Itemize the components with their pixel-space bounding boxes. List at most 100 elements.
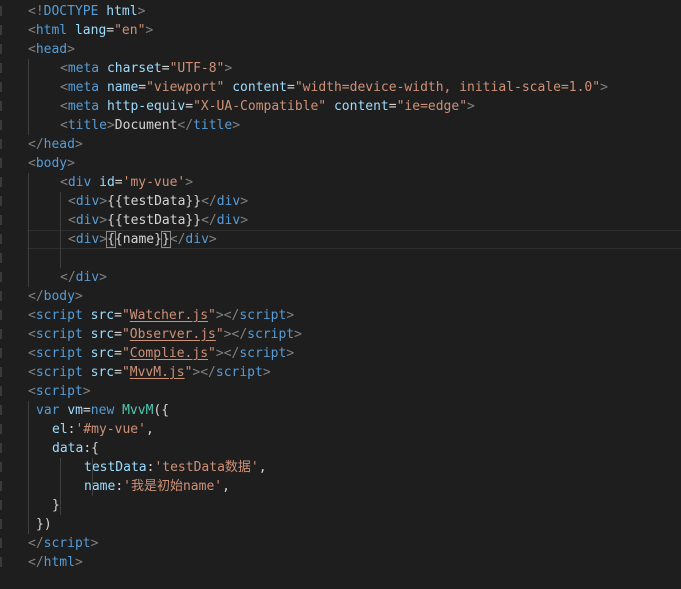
gutter-marker — [0, 557, 2, 567]
gutter-marker — [0, 329, 2, 339]
string-literal: "en" — [114, 23, 146, 38]
punctuation: > — [74, 555, 83, 570]
gutter-marker — [0, 500, 2, 510]
gutter-marker — [0, 386, 2, 396]
gutter-marker — [0, 253, 2, 263]
code-text: = — [388, 99, 397, 114]
identifier: el — [52, 422, 68, 437]
code-text: = — [114, 365, 122, 380]
code-line[interactable]: <title>Document</title> — [60, 116, 240, 135]
code-line[interactable]: <script src="MvvM.js"></script> — [28, 363, 271, 382]
punctuation: < — [68, 213, 76, 228]
punctuation: < — [60, 118, 68, 133]
code-line[interactable]: <!DOCTYPE html> — [28, 2, 145, 21]
gutter-marker — [0, 462, 2, 472]
code-text: : — [115, 479, 124, 494]
code-line[interactable]: <script src="Watcher.js"></script> — [28, 306, 294, 325]
code-line[interactable]: name:'我是初始name', — [84, 477, 230, 496]
code-line[interactable]: </html> — [28, 553, 83, 572]
attribute-name: html — [106, 4, 138, 19]
code-line[interactable]: <div>{{testData}}</div> — [68, 211, 248, 230]
punctuation: > — [145, 23, 154, 38]
tag-name: script — [35, 384, 83, 399]
string-literal: "ie=edge" — [396, 99, 468, 114]
code-line[interactable]: <div>{{name}}</div> — [68, 230, 217, 249]
punctuation: > — [137, 4, 146, 19]
bracket-match: { — [106, 231, 116, 248]
code-line[interactable]: <body> — [28, 154, 75, 173]
gutter-marker — [0, 348, 2, 358]
code-text: , — [145, 422, 154, 437]
punctuation: </ — [28, 555, 44, 570]
code-line[interactable]: <head> — [28, 40, 75, 59]
code-text: Document — [114, 118, 178, 133]
string-literal: " — [215, 327, 224, 342]
code-line[interactable]: data:{ — [52, 439, 99, 458]
string-literal: "width=device-width, initial-scale=1.0" — [294, 80, 601, 95]
keyword: var — [36, 403, 60, 418]
code-line[interactable]: </body> — [28, 287, 83, 306]
code-line[interactable]: }) — [36, 515, 52, 534]
code-text: , — [258, 460, 267, 475]
code-line[interactable]: var vm=new MvvM({ — [36, 401, 169, 420]
punctuation: < — [68, 232, 76, 247]
code-line[interactable]: <meta http-equiv="X-UA-Compatible" conte… — [60, 97, 475, 116]
punctuation: ></ — [215, 308, 240, 323]
code-line[interactable]: <div>{{testData}}</div> — [68, 192, 248, 211]
tag-name: div — [216, 194, 241, 209]
code-line[interactable]: </script> — [28, 534, 98, 553]
code-text: = — [114, 175, 123, 190]
code-line[interactable]: <script> — [28, 382, 91, 401]
punctuation: > — [262, 365, 271, 380]
file-link: Complie.js — [129, 346, 209, 361]
gutter-marker — [0, 424, 2, 434]
code-text: }) — [36, 517, 52, 532]
gutter-marker — [0, 215, 2, 225]
indent-guide — [60, 192, 61, 268]
code-line[interactable]: el:'#my-vue', — [52, 420, 154, 439]
code-line[interactable]: <div id='my-vue'> — [60, 173, 193, 192]
code-line[interactable]: <script src="Observer.js"></script> — [28, 325, 302, 344]
punctuation: < — [28, 327, 36, 342]
code-text: :{ — [83, 441, 99, 456]
tag-name: script — [35, 327, 83, 342]
code-line[interactable]: } — [52, 496, 60, 515]
tag-name: body — [35, 156, 68, 171]
punctuation: < — [28, 346, 36, 361]
gutter-marker — [0, 538, 2, 548]
punctuation: < — [28, 156, 36, 171]
punctuation: > — [99, 194, 108, 209]
code-line[interactable]: testData:'testData数据', — [84, 458, 267, 477]
string-literal: '我是初始name' — [123, 479, 223, 494]
string-literal: "UTF-8" — [169, 61, 225, 76]
code-line[interactable]: <meta name="viewport" content="width=dev… — [60, 78, 608, 97]
gutter-marker — [0, 443, 2, 453]
punctuation: ></ — [223, 327, 248, 342]
code-line[interactable]: </div> — [60, 268, 107, 287]
string-literal: "viewport" — [146, 80, 225, 95]
code-text: {name} — [114, 232, 162, 247]
code-editor[interactable]: <!DOCTYPE html> <html lang="en"> <head> <me… — [0, 0, 681, 589]
gutter-marker — [0, 367, 2, 377]
punctuation: < — [60, 175, 68, 190]
punctuation: > — [240, 213, 249, 228]
punctuation: > — [600, 80, 608, 95]
tag-name: body — [43, 289, 75, 304]
punctuation: <! — [28, 4, 44, 19]
code-text: } — [52, 498, 60, 513]
code-line[interactable]: </head> — [28, 135, 83, 154]
punctuation: < — [68, 194, 76, 209]
code-line[interactable]: <html lang="en"> — [28, 21, 153, 40]
punctuation: </ — [60, 270, 76, 285]
string-literal: "X-UA-Compatible" — [193, 99, 327, 114]
gutter-marker — [0, 101, 2, 111]
code-line[interactable]: <script src="Complie.js"></script> — [28, 344, 294, 363]
tag-name: meta — [67, 80, 100, 95]
gutter-marker — [0, 63, 2, 73]
code-line[interactable]: <meta charset="UTF-8"> — [60, 59, 232, 78]
string-literal: '#my-vue' — [75, 422, 146, 437]
